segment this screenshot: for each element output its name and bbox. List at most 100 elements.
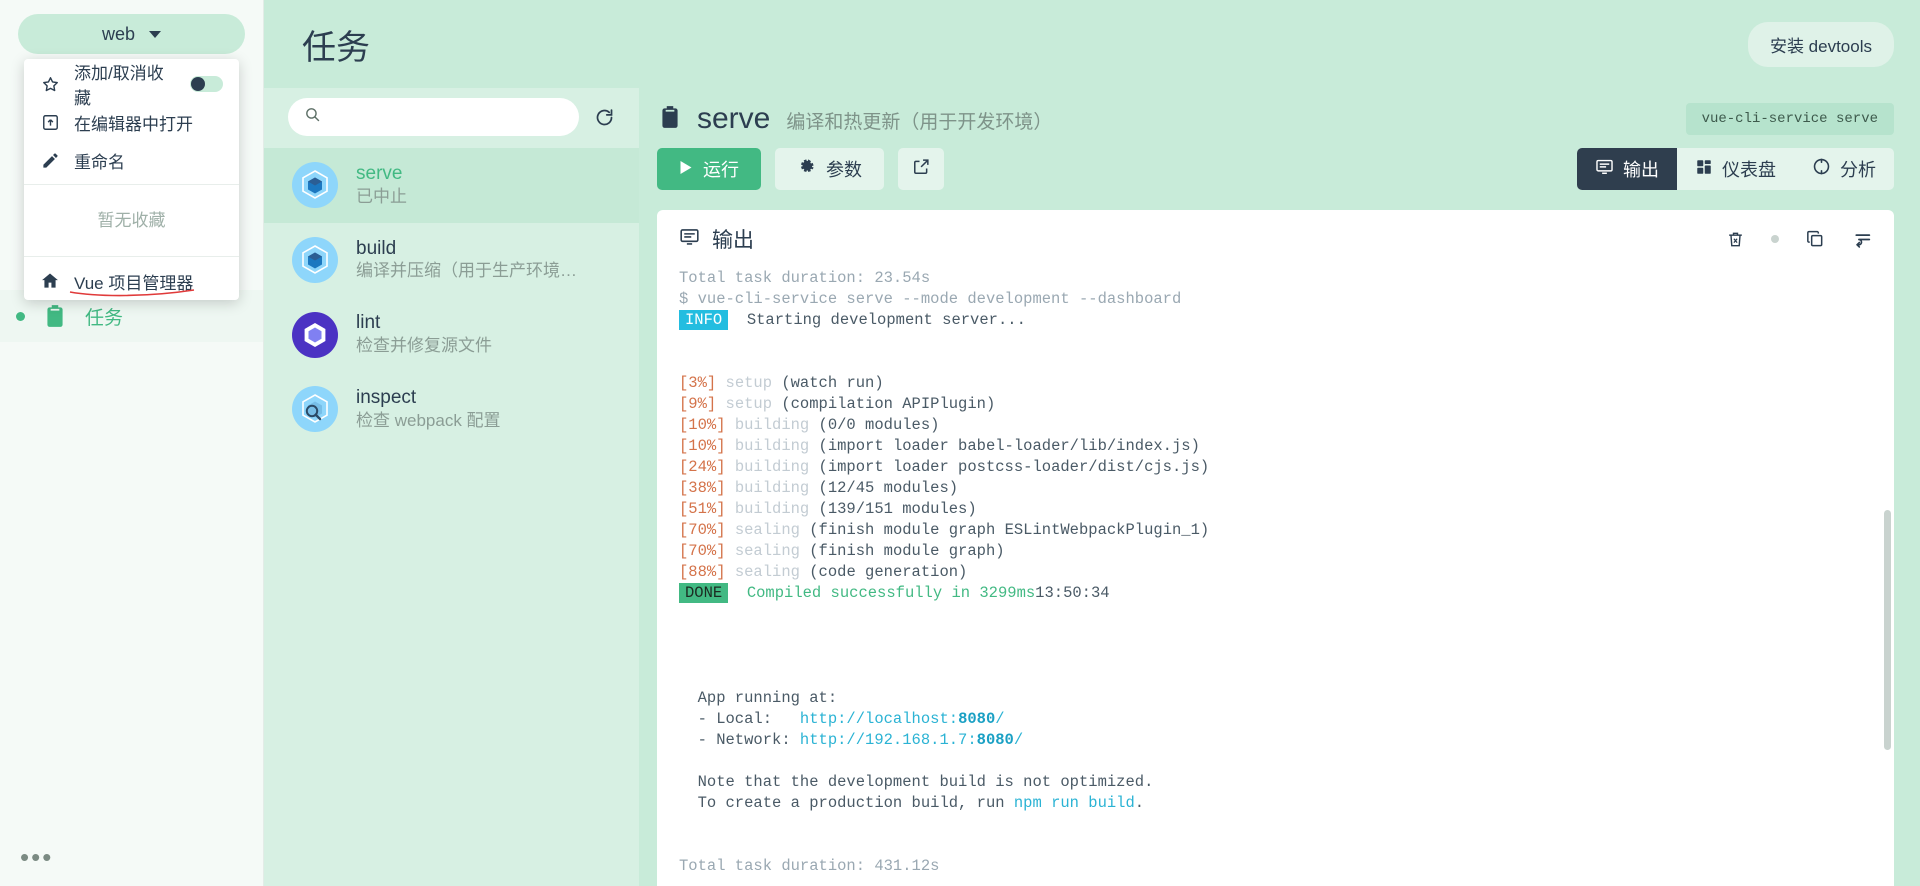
task-text: lint 检查并修复源文件 (356, 311, 492, 358)
dropdown-item-label: 在编辑器中打开 (74, 114, 193, 134)
tab-output[interactable]: 输出 (1577, 148, 1677, 190)
task-detail-panel: serve 编译和热更新（用于开发环境） vue-cli-service ser… (639, 88, 1920, 886)
task-item-build[interactable]: build 编译并压缩（用于生产环境… (264, 223, 639, 298)
task-name: inspect (356, 387, 417, 409)
terminal-line: [24%] building (import loader postcss-lo… (679, 458, 1210, 476)
terminal-line: $ vue-cli-service serve --mode developme… (679, 290, 1182, 308)
gear-icon (797, 157, 816, 181)
dropdown-divider-2 (24, 256, 239, 257)
tab-dashboard[interactable]: 仪表盘 (1677, 148, 1794, 190)
inspect-icon (292, 386, 338, 433)
params-button[interactable]: 参数 (775, 148, 884, 190)
tab-analyze-label: 分析 (1840, 160, 1876, 180)
terminal-output[interactable]: Total task duration: 23.54s $ vue-cli-ser… (657, 264, 1894, 886)
output-header: 输出 (657, 210, 1894, 264)
eslint-icon (292, 311, 338, 358)
terminal-scrollbar[interactable] (1884, 510, 1891, 750)
detail-task-desc: 编译和热更新（用于开发环境） (786, 112, 1053, 133)
webpack-icon (292, 237, 338, 284)
trash-icon[interactable] (1726, 230, 1745, 249)
open-external-button[interactable] (898, 148, 944, 190)
terminal-line: Note that the development build is not o… (679, 773, 1154, 791)
task-item-lint[interactable]: lint 检查并修复源文件 (264, 297, 639, 372)
install-devtools-button[interactable]: 安装 devtools (1747, 21, 1894, 67)
dropdown-item-label: 添加/取消收藏 (74, 64, 164, 108)
task-desc: 检查 webpack 配置 (356, 410, 501, 430)
task-item-inspect[interactable]: inspect 检查 webpack 配置 (264, 372, 639, 447)
detail-title: serve 编译和热更新（用于开发环境） (697, 102, 1052, 136)
task-detail-toolbar: 运行 参数 输出 仪表盘 分析 (639, 142, 1920, 202)
task-desc: 编译并压缩（用于生产环境… (356, 261, 577, 281)
tab-analyze[interactable]: 分析 (1794, 148, 1894, 190)
terminal-icon (679, 226, 700, 253)
project-switcher[interactable]: web (18, 14, 245, 54)
terminal-line: [10%] building (import loader babel-load… (679, 437, 1200, 455)
active-dot (16, 311, 25, 321)
dropdown-item-label: Vue 项目管理器 (74, 273, 194, 293)
dropdown-item-project-manager[interactable]: Vue 项目管理器 (24, 262, 239, 300)
top-bar: 任务 安装 devtools (264, 0, 1920, 88)
main-area: 任务 安装 devtools serve 已中止 build 编译并压缩（用于生… (264, 0, 1920, 886)
view-mode-tabs: 输出 仪表盘 分析 (1577, 148, 1894, 190)
dropdown-item-label: 重命名 (74, 152, 125, 172)
terminal-line: Total task duration: 431.12s (679, 857, 940, 875)
detail-task-name: serve (697, 102, 771, 135)
content-row: serve 已中止 build 编译并压缩（用于生产环境… lint 检查并修复… (264, 88, 1920, 886)
dropdown-empty-text: 暂无收藏 (97, 211, 166, 230)
run-button[interactable]: 运行 (657, 148, 761, 190)
open-in-editor-icon (40, 112, 60, 132)
task-item-serve[interactable]: serve 已中止 (264, 148, 639, 223)
dashboard-grid-icon (1695, 158, 1713, 181)
terminal-line: [51%] building (139/151 modules) (679, 500, 977, 518)
page-title: 任务 (302, 28, 370, 67)
pencil-icon (40, 150, 60, 170)
task-text: build 编译并压缩（用于生产环境… (356, 237, 577, 284)
search-icon (304, 106, 321, 128)
task-detail-header: serve 编译和热更新（用于开发环境） vue-cli-service ser… (639, 88, 1920, 142)
terminal-line: Total task duration: 23.54s (679, 269, 931, 287)
sidebar-item-label: 任务 (85, 307, 124, 329)
sidebar: web 任务 ••• 添加/取消收藏 在编辑器中打开 重命名 暂无收藏 Vue … (0, 0, 264, 886)
copy-icon[interactable] (1805, 229, 1825, 249)
output-actions (1726, 229, 1872, 250)
play-icon (679, 159, 693, 180)
webpack-icon (292, 162, 338, 209)
terminal-icon (1595, 157, 1614, 181)
terminal-line: [9%] setup (compilation APIPlugin) (679, 395, 996, 413)
wrap-lines-icon[interactable] (1851, 229, 1872, 250)
search-box[interactable] (288, 98, 579, 136)
task-text: serve 已中止 (356, 162, 407, 209)
task-list-panel: serve 已中止 build 编译并压缩（用于生产环境… lint 检查并修复… (264, 88, 639, 886)
task-name: build (356, 237, 397, 259)
terminal-line: [10%] building (0/0 modules) (679, 416, 940, 434)
project-dropdown-menu: 添加/取消收藏 在编辑器中打开 重命名 暂无收藏 Vue 项目管理器 (24, 59, 239, 300)
refresh-icon[interactable] (587, 100, 621, 134)
terminal-line: INFO Starting development server... (679, 310, 1872, 331)
analyze-icon (1812, 157, 1831, 181)
app-root: web 任务 ••• 添加/取消收藏 在编辑器中打开 重命名 暂无收藏 Vue … (0, 0, 1920, 886)
task-name: lint (356, 312, 381, 334)
terminal-line: [70%] sealing (finish module graph ESLin… (679, 521, 1210, 539)
dropdown-item-rename[interactable]: 重命名 (24, 141, 239, 179)
task-desc: 已中止 (356, 186, 407, 206)
favorite-toggle[interactable] (190, 76, 223, 92)
task-text: inspect 检查 webpack 配置 (356, 386, 501, 433)
sidebar-more-button[interactable]: ••• (20, 844, 53, 870)
dropdown-item-favorite[interactable]: 添加/取消收藏 (24, 64, 239, 108)
terminal-line: - Network: http://192.168.1.7:8080/ (679, 731, 1024, 749)
clipboard-icon (657, 104, 683, 135)
params-button-label: 参数 (826, 160, 862, 180)
terminal-line: [38%] building (12/45 modules) (679, 479, 959, 497)
search-input[interactable] (331, 108, 563, 126)
chevron-down-icon (149, 30, 162, 38)
dropdown-item-open-in-editor[interactable]: 在编辑器中打开 (24, 103, 239, 141)
terminal-line: [3%] setup (watch run) (679, 374, 884, 392)
terminal-line: [88%] sealing (code generation) (679, 563, 968, 581)
